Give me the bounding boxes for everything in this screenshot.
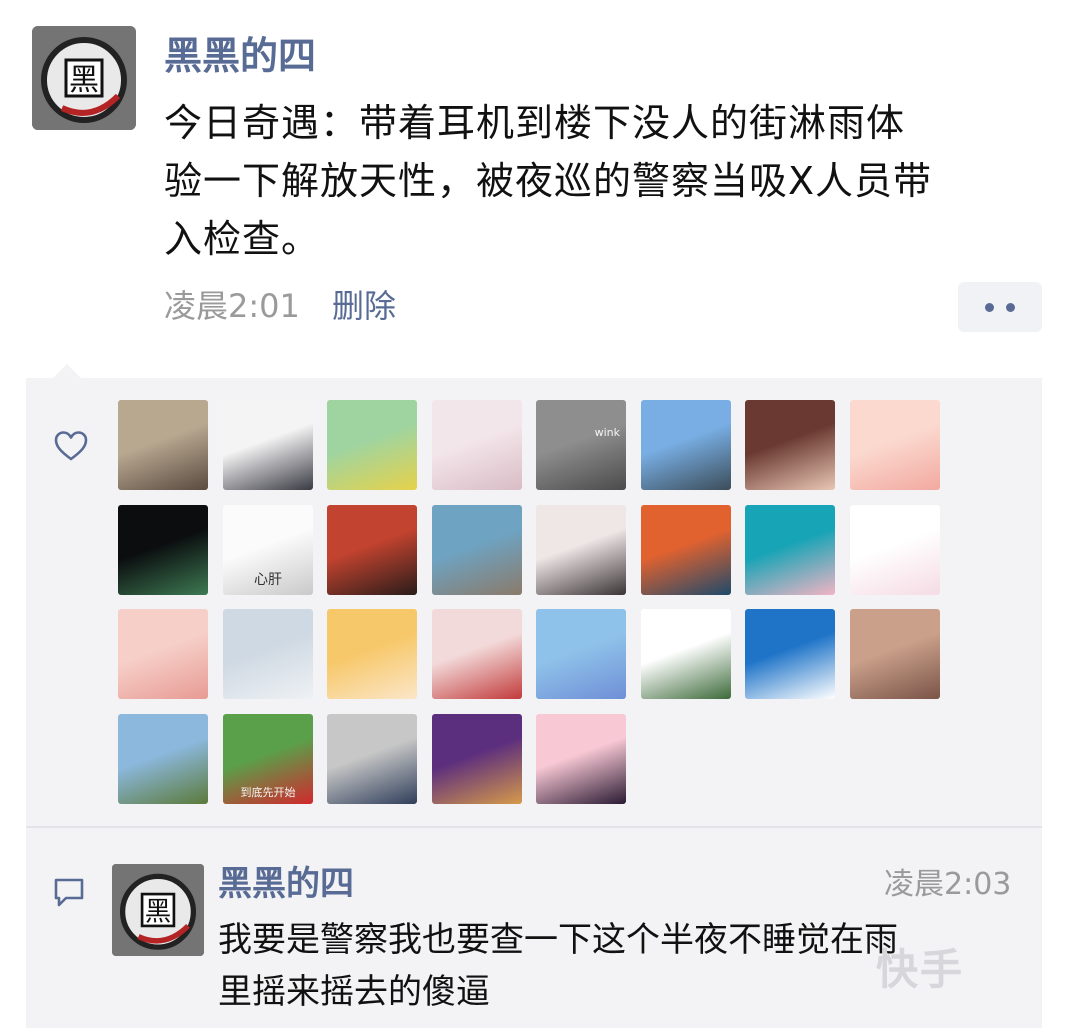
liker-avatar-11[interactable] — [327, 505, 417, 595]
comment-bubble-icon — [54, 878, 84, 907]
liker-avatar-28[interactable] — [432, 714, 522, 804]
liker-avatar-14[interactable] — [641, 505, 731, 595]
svg-text:黑: 黑 — [145, 897, 172, 928]
liker-avatar-17[interactable] — [118, 609, 208, 699]
heart-outline-icon — [54, 431, 88, 461]
avatar-caption: 到底先开始 — [240, 786, 296, 799]
liker-avatar-15[interactable] — [745, 505, 835, 595]
post-author-name[interactable]: 黑黑的四 — [164, 30, 316, 82]
liker-avatar-25[interactable] — [118, 714, 208, 804]
liker-avatar-3[interactable] — [327, 400, 417, 490]
liker-avatar-5[interactable]: wink — [536, 400, 626, 490]
post-meta: 凌晨2:01 删除 — [164, 282, 396, 330]
liker-avatar-21[interactable] — [536, 609, 626, 699]
more-options-button[interactable] — [958, 282, 1042, 332]
liker-avatar-23[interactable] — [745, 609, 835, 699]
post-timestamp: 凌晨2:01 — [164, 287, 300, 325]
liker-avatar-26[interactable]: 到底先开始 — [223, 714, 313, 804]
comment-author-name[interactable]: 黑黑的四 — [218, 860, 354, 908]
liker-avatar-20[interactable] — [432, 609, 522, 699]
liker-avatar-6[interactable] — [641, 400, 731, 490]
liker-avatar-18[interactable] — [223, 609, 313, 699]
liker-avatar-27[interactable] — [327, 714, 417, 804]
avatar-caption: wink — [594, 426, 620, 439]
liker-avatar-13[interactable] — [536, 505, 626, 595]
panel-pointer — [52, 364, 82, 379]
liker-avatar-1[interactable] — [118, 400, 208, 490]
liker-avatar-4[interactable] — [432, 400, 522, 490]
comment-timestamp: 凌晨2:03 — [884, 867, 1012, 902]
liker-avatar-29[interactable] — [536, 714, 626, 804]
avatar-emblem: 黑 — [112, 864, 204, 956]
post-text: 今日奇遇：带着耳机到楼下没人的街淋雨体 验一下解放天性，被夜巡的警察当吸X人员带… — [164, 94, 1054, 268]
post-text-line: 入检查。 — [164, 217, 321, 261]
liker-avatar-24[interactable] — [850, 609, 940, 699]
delete-button[interactable]: 删除 — [332, 287, 396, 325]
liker-avatar-10[interactable]: 心肝 — [223, 505, 313, 595]
avatar-caption: 心肝 — [254, 572, 282, 588]
liker-avatar-7[interactable] — [745, 400, 835, 490]
liker-avatar-22[interactable] — [641, 609, 731, 699]
comment-author-avatar[interactable]: 黑 — [112, 864, 204, 956]
avatar-emblem: 黑 — [32, 26, 136, 130]
liker-avatar-8[interactable] — [850, 400, 940, 490]
liker-avatar-16[interactable] — [850, 505, 940, 595]
post-text-line: 验一下解放天性，被夜巡的警察当吸X人员带 — [164, 159, 933, 203]
svg-text:黑: 黑 — [69, 63, 99, 98]
liker-avatar-19[interactable] — [327, 609, 417, 699]
liker-avatar-12[interactable] — [432, 505, 522, 595]
liker-avatar-9[interactable] — [118, 505, 208, 595]
likes-divider — [26, 826, 1042, 828]
post-author-avatar[interactable]: 黑 — [32, 26, 136, 130]
watermark: 快手 — [876, 945, 965, 994]
post-text-line: 今日奇遇：带着耳机到楼下没人的街淋雨体 — [164, 101, 906, 145]
liker-avatar-2[interactable] — [223, 400, 313, 490]
